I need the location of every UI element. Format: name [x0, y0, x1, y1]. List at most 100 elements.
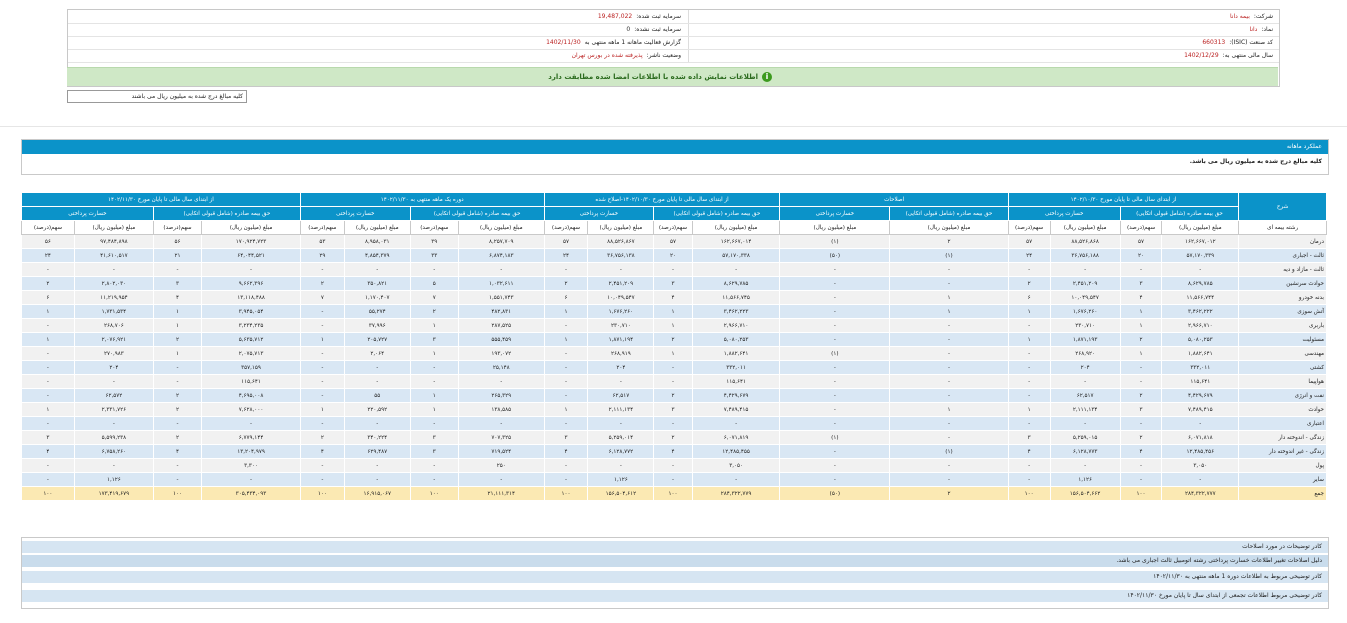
table-cell: - [889, 262, 1009, 277]
notes-panel: کادر توضیحات در مورد اصلاحات دلیل اصلاحا… [21, 537, 1329, 609]
table-cell: - [889, 430, 1009, 445]
hdr-amount: مبلغ (میلیون ریال) [779, 220, 891, 235]
table-cell: - [1007, 346, 1051, 361]
table-cell: - [1007, 318, 1051, 333]
table-cell: ۲۰۴ [1049, 360, 1121, 375]
table-cell: - [653, 458, 693, 473]
table-cell: - [343, 374, 411, 389]
hdr-share: سهم(درصد) [1007, 220, 1051, 235]
table-cell: - [409, 262, 459, 277]
table-cell: - [457, 374, 545, 389]
table-cell: ۱۶۲,۶۶۷,۰۱۲ [1161, 234, 1240, 249]
hdr-share: سهم(درصد) [21, 220, 75, 235]
table-cell: ۵۵,۲۷۴ [343, 304, 411, 319]
panel-subtitle: کلیه مبالغ درج شده به میلیون ریال می باش… [1189, 158, 1322, 165]
table-cell: ۵۷ [653, 234, 693, 249]
table-cell: (۱) [779, 234, 891, 249]
g3-premium: حق بیمه صادره (شامل قبولی اتکایی) [653, 206, 781, 221]
table-cell: - [1007, 388, 1051, 403]
table-cell: ۲۸۴,۳۲۲,۷۷۹ [691, 486, 781, 501]
table-cell: ۳ [1007, 430, 1051, 445]
table-cell: - [201, 472, 301, 487]
table-cell: ۲ [1007, 276, 1051, 291]
table-cell: - [21, 262, 75, 277]
table-cell: ۸,۹۵۸,۰۳۱ [343, 234, 411, 249]
table-cell: - [1049, 416, 1121, 431]
isic-value: 660313 [1202, 39, 1226, 46]
table-cell: - [409, 360, 459, 375]
table-cell: - [299, 346, 345, 361]
table-cell: ۱ [653, 318, 693, 333]
table-cell: ۳ [653, 276, 693, 291]
table-cell: ۲۰۴ [587, 360, 655, 375]
unregistered-capital-label: سرمایه ثبت نشده: [634, 26, 681, 33]
table-cell: - [299, 360, 345, 375]
table-cell: ۴ [1007, 444, 1051, 459]
table-cell: - [152, 374, 203, 389]
table-cell: ۱,۸۸۲,۶۴۱ [691, 346, 781, 361]
table-cell: - [21, 458, 75, 473]
insurance-table: شرح از ابتدای سال مالی تا پایان مورخ ۱۴۰… [21, 192, 1327, 501]
symbol-value: دانا [1249, 26, 1258, 33]
table-cell: - [543, 388, 589, 403]
table-cell: ۴۸۲,۸۳۱ [457, 304, 545, 319]
hdr-share: سهم(درصد) [1119, 220, 1163, 235]
table-cell: ۲ [152, 430, 203, 445]
table-cell: ۱۰۰ [409, 486, 459, 501]
table-cell: - [543, 262, 589, 277]
table-cell: ۳ [409, 332, 459, 347]
table-cell: - [543, 416, 589, 431]
row-label: اعتباری [1238, 416, 1327, 431]
table-cell: ۲۵,۱۴۸ [457, 360, 545, 375]
table-cell: ۲۴ [21, 248, 75, 263]
table-cell: ۷ [299, 290, 345, 305]
table-cell: ۶۲,۵۱۷ [587, 388, 655, 403]
table-cell: - [889, 416, 1009, 431]
table-cell: - [543, 346, 589, 361]
table-cell: ۳۵۷,۱۵۹ [201, 360, 301, 375]
table-cell: ۳ [543, 430, 589, 445]
table-cell: ۴ [653, 290, 693, 305]
table-cell: - [73, 374, 154, 389]
note-1-title: کادر توضیحات در مورد اصلاحات [1242, 543, 1322, 550]
table-cell: ۱۰۰ [1007, 486, 1051, 501]
row-label: مهندسی [1238, 346, 1327, 361]
table-cell: - [73, 458, 154, 473]
table-cell: - [152, 458, 203, 473]
table-cell: ۹,۶۶۲,۳۹۶ [201, 276, 301, 291]
table-cell: ۶,۷۵۸,۲۶۰ [73, 444, 154, 459]
table-cell: - [1119, 416, 1163, 431]
table-cell: ۱ [653, 346, 693, 361]
table-cell: ۵ [409, 276, 459, 291]
table-cell: ۸,۶۲۹,۷۸۵ [1161, 276, 1240, 291]
table-cell: - [1049, 374, 1121, 389]
table-cell: - [409, 458, 459, 473]
hdr-amount: مبلغ (میلیون ریال) [1161, 220, 1240, 235]
table-body: درمان ۱۶۲,۶۶۷,۰۱۲ ۵۷ ۸۸,۵۲۶,۸۶۸ ۵۷ ۲ (۱) ۱۶۲,۶۶… [21, 234, 1327, 501]
table-cell: ۲۹ [299, 248, 345, 263]
table-cell: ۲ [409, 304, 459, 319]
g4-loss: خسارت پرداختی [299, 206, 411, 221]
table-cell: ۴,۶۹۵,۰۰۸ [201, 388, 301, 403]
hdr-amount: مبلغ (میلیون ریال) [343, 220, 411, 235]
company-label: شرکت: [1253, 13, 1273, 20]
table-cell: ۴,۴۲۹,۶۷۹ [691, 388, 781, 403]
table-cell: ۳۶,۷۵۶,۱۳۸ [587, 248, 655, 263]
table-cell: ۳,۹۴۵,۰۵۴ [201, 304, 301, 319]
table-row: کشتی ۳۳۲,۰۱۱-۲۰۴- - -۳۳۲,۰۱۱-۲۰۴-۲۵,۱۴۸- - -۳… [21, 360, 1327, 375]
table-cell: - [299, 262, 345, 277]
table-cell: ۲۰۵,۷۲۷ [343, 332, 411, 347]
row-label: بدنه خودرو [1238, 290, 1327, 305]
table-cell: - [779, 416, 891, 431]
table-cell: ۱,۵۵۱,۷۴۳ [457, 290, 545, 305]
table-cell: ۶,۱۲۸,۷۷۲ [587, 444, 655, 459]
g5-premium: حق بیمه صادره (شامل قبولی اتکایی) [152, 206, 301, 221]
hdr-amount: مبلغ (میلیون ریال) [73, 220, 154, 235]
table-cell: - [779, 262, 891, 277]
hdr-share: سهم(درصد) [152, 220, 203, 235]
table-cell: ۳,۰۵۰ [1161, 458, 1240, 473]
note-3-title: کادر توضیحی مربوط اطلاعات تجمعی از ابتدا… [1127, 592, 1322, 599]
table-cell: - [152, 360, 203, 375]
table-cell: - [889, 360, 1009, 375]
hdr-amount: مبلغ (میلیون ریال) [889, 220, 1009, 235]
